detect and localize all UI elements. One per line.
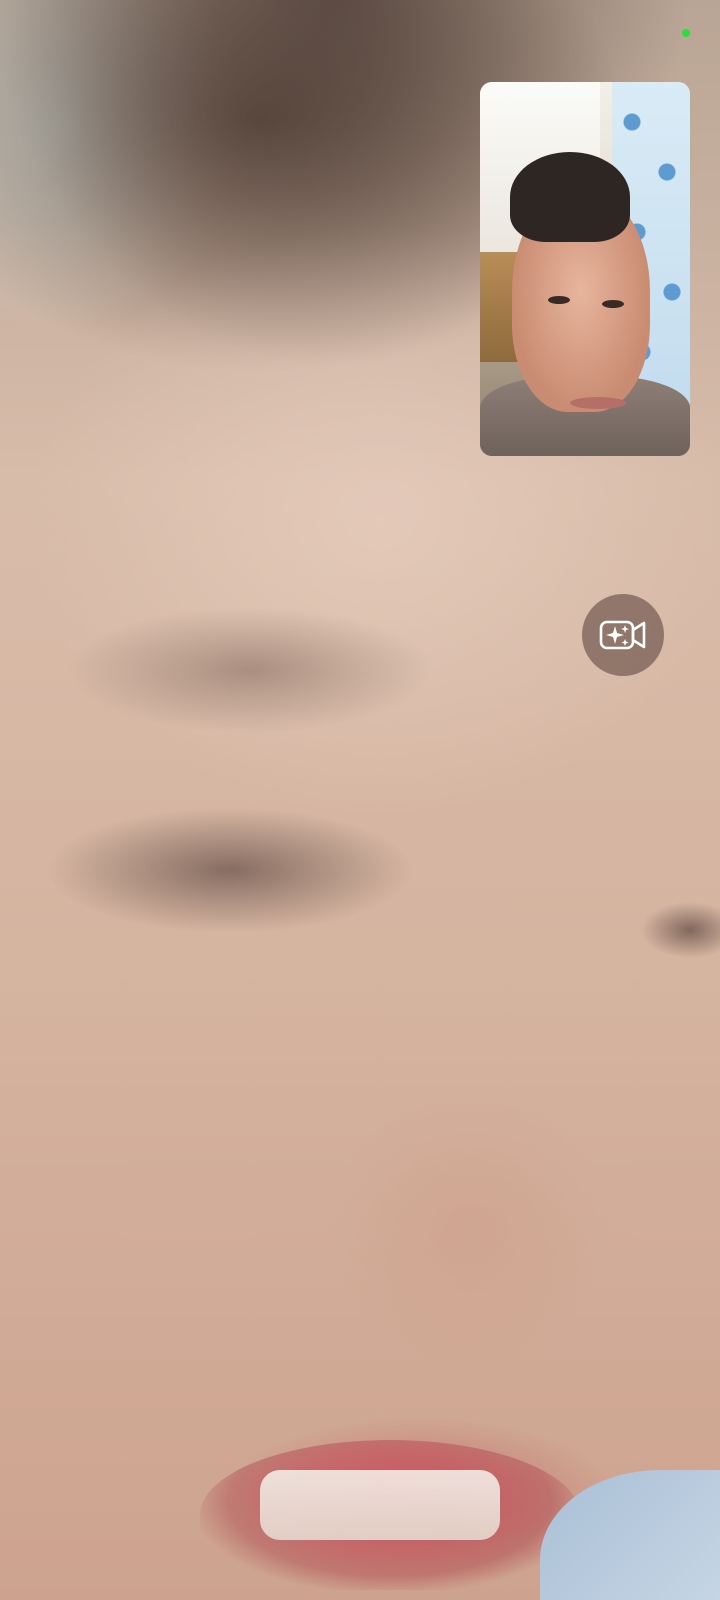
video-call-screen — [0, 0, 720, 1600]
preview-eye — [602, 300, 624, 308]
remote-teeth — [260, 1470, 500, 1540]
preview-hair — [510, 152, 630, 242]
preview-mouth — [570, 397, 626, 409]
camera-in-use-indicator — [682, 29, 690, 37]
self-camera-preview[interactable] — [480, 82, 690, 456]
camera-effects-icon — [599, 620, 646, 650]
preview-eye — [548, 296, 570, 304]
camera-effects-button[interactable] — [582, 594, 664, 676]
